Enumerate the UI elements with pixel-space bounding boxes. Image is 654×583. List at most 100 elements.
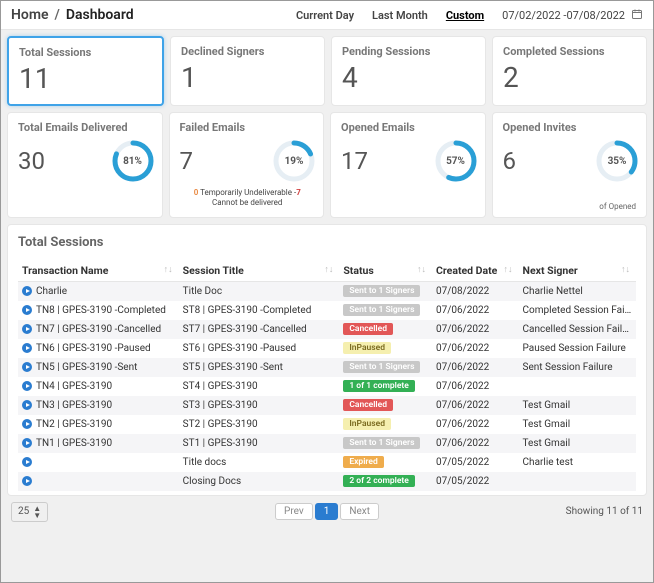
table-row[interactable]: TN4 | GPES-3190ST4 | GPES-31901 of 1 com…: [18, 377, 636, 396]
donut-pct: 19%: [273, 140, 315, 182]
play-icon[interactable]: [22, 438, 32, 448]
table-row[interactable]: TN7 | GPES-3190 -CancelledST7 | GPES-319…: [18, 320, 636, 339]
donut-opened-invites: 35%: [596, 140, 638, 182]
col-session[interactable]: Session Title↑↓: [179, 260, 340, 282]
sort-icon[interactable]: ↑↓: [417, 264, 426, 275]
status-badge: Cancelled: [343, 399, 393, 411]
col-transaction[interactable]: Transaction Name↑↓: [18, 260, 179, 282]
col-created[interactable]: Created Date↑↓: [432, 260, 519, 282]
table-row[interactable]: TN2 | GPES-3190ST2 | GPES-3190InPaused07…: [18, 415, 636, 434]
card-title: Total Emails Delivered: [18, 121, 154, 134]
status-badge: Sent to 1 Signers: [343, 361, 420, 373]
status-badge: Expired: [343, 456, 383, 468]
status-badge: 2 of 2 complete: [343, 475, 415, 487]
stepper-icon: ▲▼: [33, 505, 41, 519]
table-row[interactable]: CharlieTitle DocSent to 1 Signers07/08/2…: [18, 281, 636, 301]
card-title: Pending Sessions: [342, 45, 477, 58]
sort-icon[interactable]: ↑↓: [621, 264, 630, 275]
range-last-month[interactable]: Last Month: [372, 9, 428, 22]
prev-button[interactable]: Prev: [275, 503, 313, 520]
page-size-select[interactable]: 25 ▲▼: [11, 502, 48, 522]
card-total-sessions[interactable]: Total Sessions 11: [7, 36, 164, 106]
play-icon[interactable]: [22, 476, 32, 486]
pager: Prev 1 Next: [275, 503, 379, 520]
play-icon[interactable]: [22, 400, 32, 410]
card-opened-invites[interactable]: Opened Invites 6 35% of Opened: [492, 112, 648, 218]
range-current-day[interactable]: Current Day: [296, 9, 354, 22]
card-value: 1: [181, 64, 316, 92]
failed-footer: 0 Temporarily Undeliverable -7 Cannot be…: [180, 188, 316, 209]
card-title: Completed Sessions: [503, 45, 638, 58]
calendar-icon[interactable]: [631, 8, 643, 23]
status-badge: Sent to 1 Signers: [343, 304, 420, 316]
status-badge: InPaused: [343, 418, 391, 430]
breadcrumb-current: Dashboard: [66, 7, 134, 23]
donut-emails-delivered: 81%: [112, 140, 154, 182]
status-badge: Sent to 1 Signers: [343, 437, 420, 449]
table-title: Total Sessions: [18, 235, 636, 250]
card-title: Opened Invites: [503, 121, 639, 134]
sort-icon[interactable]: ↑↓: [164, 264, 173, 275]
play-icon[interactable]: [22, 419, 32, 429]
date-range-text: 07/02/2022 -07/08/2022: [502, 9, 625, 22]
donut-pct: 81%: [112, 140, 154, 182]
card-pending-sessions[interactable]: Pending Sessions 4: [331, 36, 486, 106]
header-bar: Home / Dashboard Current Day Last Month …: [1, 1, 653, 30]
table-header-row: Transaction Name↑↓ Session Title↑↓ Statu…: [18, 260, 636, 282]
breadcrumb-separator: /: [55, 7, 60, 23]
play-icon[interactable]: [22, 343, 32, 353]
kpi-cards: Total Sessions 11 Declined Signers 1 Pen…: [1, 30, 653, 218]
sessions-table: Transaction Name↑↓ Session Title↑↓ Statu…: [18, 260, 636, 491]
table-row[interactable]: Title docsExpired07/05/2022Charlie test: [18, 453, 636, 472]
range-custom[interactable]: Custom: [446, 9, 484, 22]
card-opened-emails[interactable]: Opened Emails 17 57%: [330, 112, 486, 218]
play-icon[interactable]: [22, 457, 32, 467]
table-row[interactable]: TN8 | GPES-3190 -CompletedST8 | GPES-319…: [18, 301, 636, 320]
donut-pct: 57%: [435, 140, 477, 182]
card-value: 11: [19, 65, 154, 93]
breadcrumb-home[interactable]: Home: [11, 7, 49, 23]
table-row[interactable]: TN6 | GPES-3190 -PausedST6 | GPES-3190 -…: [18, 339, 636, 358]
sort-icon[interactable]: ↑↓: [504, 264, 513, 275]
card-title: Total Sessions: [19, 46, 154, 59]
date-range-display[interactable]: 07/02/2022 -07/08/2022: [502, 8, 643, 23]
card-value: 17: [341, 149, 368, 173]
col-status[interactable]: Status↑↓: [339, 260, 432, 282]
status-badge: InPaused: [343, 342, 391, 354]
donut-pct: 35%: [596, 140, 638, 182]
card-failed-emails[interactable]: Failed Emails 7 19% 0 Temporarily Undeli…: [169, 112, 325, 218]
table-footer: 25 ▲▼ Prev 1 Next Showing 11 of 11: [11, 502, 643, 522]
sessions-table-section: Total Sessions Transaction Name↑↓ Sessio…: [7, 224, 647, 496]
play-icon[interactable]: [22, 362, 32, 372]
status-badge: Cancelled: [343, 323, 393, 335]
card-declined-signers[interactable]: Declined Signers 1: [170, 36, 325, 106]
card-value: 7: [180, 149, 194, 173]
page-1-button[interactable]: 1: [315, 503, 339, 520]
invites-footer: of Opened: [599, 202, 636, 211]
showing-text: Showing 11 of 11: [566, 506, 643, 517]
status-badge: 1 of 1 complete: [343, 380, 415, 392]
card-title: Failed Emails: [180, 121, 316, 134]
play-icon[interactable]: [22, 305, 32, 315]
play-icon[interactable]: [22, 286, 32, 296]
next-button[interactable]: Next: [340, 503, 379, 520]
table-row[interactable]: TN1 | GPES-3190ST1 | GPES-3190Sent to 1 …: [18, 434, 636, 453]
card-value: 2: [503, 64, 638, 92]
donut-failed-emails: 19%: [273, 140, 315, 182]
sort-icon[interactable]: ↑↓: [324, 264, 333, 275]
card-emails-delivered[interactable]: Total Emails Delivered 30 81%: [7, 112, 163, 218]
status-badge: Sent to 1 Signers: [343, 285, 420, 297]
table-row[interactable]: TN5 | GPES-3190 -SentST5 | GPES-3190 -Se…: [18, 358, 636, 377]
card-value: 4: [342, 64, 477, 92]
donut-opened-emails: 57%: [435, 140, 477, 182]
play-icon[interactable]: [22, 381, 32, 391]
breadcrumb: Home / Dashboard: [11, 7, 134, 23]
card-completed-sessions[interactable]: Completed Sessions 2: [492, 36, 647, 106]
table-row[interactable]: TN3 | GPES-3190ST3 | GPES-3190Cancelled0…: [18, 396, 636, 415]
play-icon[interactable]: [22, 324, 32, 334]
col-signer[interactable]: Next Signer↑↓: [519, 260, 636, 282]
card-value: 6: [503, 149, 517, 173]
table-row[interactable]: Closing Docs2 of 2 complete07/05/2022: [18, 472, 636, 491]
card-title: Declined Signers: [181, 45, 316, 58]
date-range-tabs: Current Day Last Month Custom 07/02/2022…: [296, 8, 643, 23]
